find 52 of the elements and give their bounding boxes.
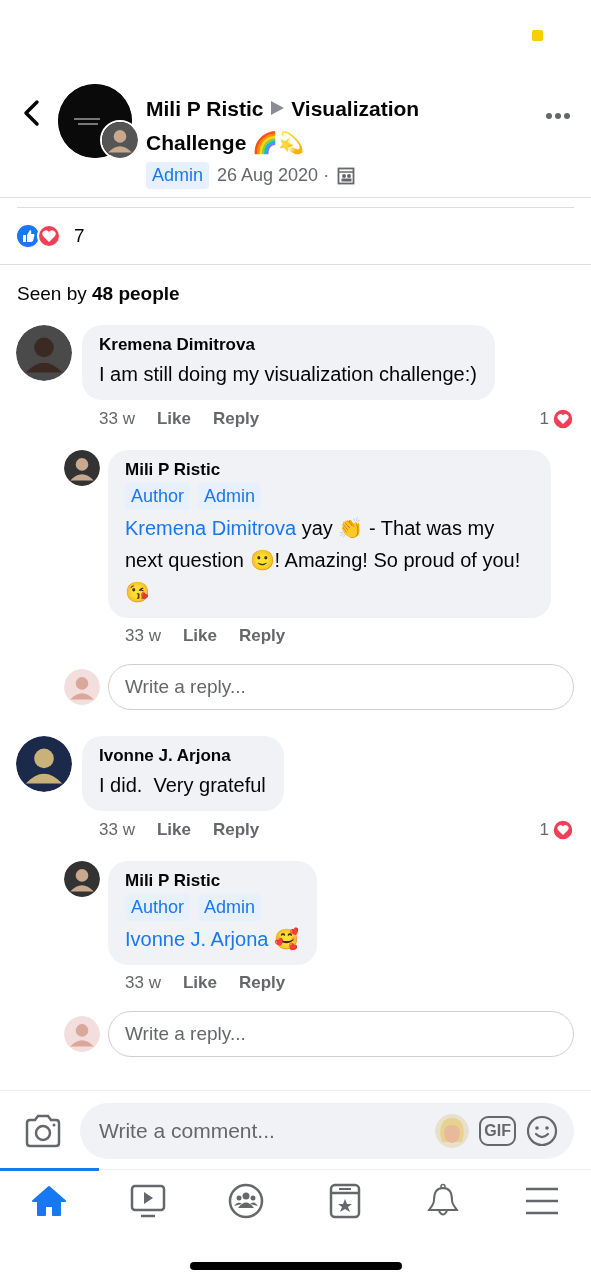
comment-text: I am still doing my visualization challenge:) <box>99 362 477 387</box>
avatar <box>16 736 72 792</box>
reply-link[interactable]: Reply <box>238 973 286 993</box>
reply-link[interactable]: Reply <box>212 409 260 429</box>
reaction-count: 1 <box>539 409 549 429</box>
gif-button[interactable]: GIF <box>479 1116 516 1146</box>
avatar <box>16 325 72 381</box>
camera-icon[interactable] <box>24 1114 62 1148</box>
reply-link[interactable]: Reply <box>238 626 286 646</box>
commenter-name[interactable]: Mili P Ristic <box>125 460 533 480</box>
avatar <box>64 861 100 897</box>
role-badge: Admin <box>198 483 262 510</box>
post-title: Mili P Ristic Visualization Challenge 🌈💫 <box>146 96 421 157</box>
comment-time: 33 w <box>99 820 135 840</box>
avatar <box>64 1016 100 1052</box>
role-badge: Admin <box>198 894 262 921</box>
comment-time: 33 w <box>99 409 135 429</box>
group-icon <box>337 166 356 185</box>
role-badge: Author <box>125 483 191 510</box>
video-icon <box>128 1182 167 1219</box>
mention-link[interactable]: Kremena Dimitrova <box>125 517 297 539</box>
emoji-icon[interactable] <box>526 1115 558 1147</box>
reaction-count: 7 <box>74 225 85 247</box>
like-link[interactable]: Like <box>156 409 191 429</box>
status-indicator <box>532 30 543 41</box>
comment-time: 33 w <box>125 973 161 993</box>
reply-text: Kremena Dimitrova yay 👏 - That was my next question 🙂! Amazing! So proud of you! 😘 <box>125 516 522 605</box>
reply-field[interactable]: Write a reply... <box>108 1011 574 1057</box>
commenter-name[interactable]: Kremena Dimitrova <box>99 335 477 355</box>
avatar <box>64 669 100 705</box>
commenter-name[interactable]: Mili P Ristic <box>125 871 299 891</box>
reaction-count: 1 <box>539 820 549 840</box>
role-badge: Author <box>125 894 191 921</box>
comment-field[interactable]: Write a comment... GIF <box>80 1103 574 1159</box>
admin-badge: Admin <box>146 162 210 189</box>
post-date: 26 Aug 2020 · <box>217 165 330 186</box>
arrow-icon <box>269 100 286 116</box>
avatar <box>100 120 140 160</box>
mention-link[interactable]: Ivonne J. Arjona <box>125 928 269 950</box>
like-link[interactable]: Like <box>156 820 191 840</box>
comment-text: I did. Very grateful <box>99 773 266 798</box>
reply-field[interactable]: Write a reply... <box>108 664 574 710</box>
avatar <box>64 450 100 486</box>
more-icon[interactable] <box>545 112 571 120</box>
comment-time: 33 w <box>125 626 161 646</box>
reply-text: Ivonne J. Arjona 🥰 <box>125 926 299 952</box>
groups-icon <box>227 1182 266 1219</box>
reply-link[interactable]: Reply <box>212 820 260 840</box>
seen-by-text: Seen by 48 people <box>16 282 181 306</box>
commenter-name[interactable]: Ivonne J. Arjona <box>99 746 266 766</box>
like-link[interactable]: Like <box>182 626 217 646</box>
like-link[interactable]: Like <box>182 973 217 993</box>
